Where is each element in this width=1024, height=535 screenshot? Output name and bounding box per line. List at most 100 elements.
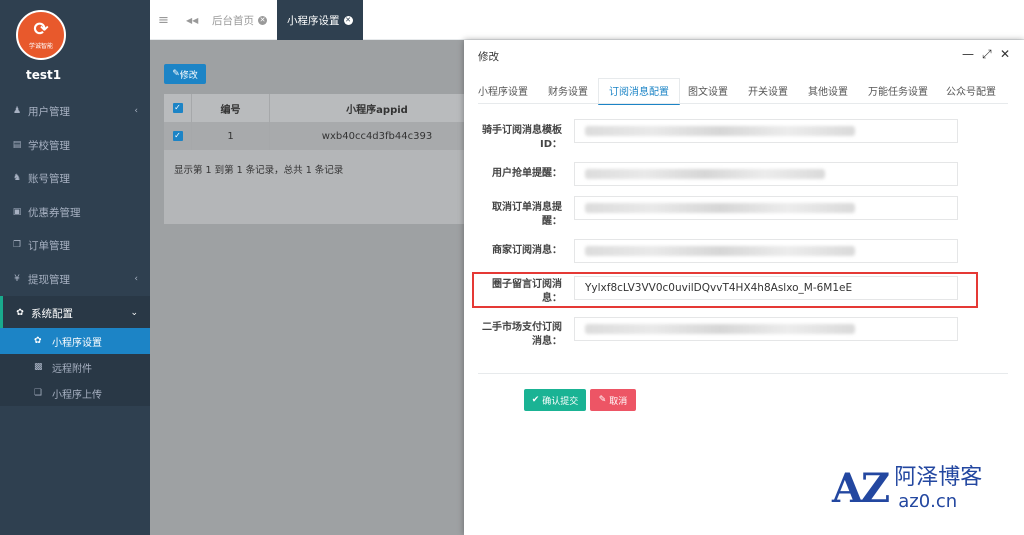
check-icon: ✔ — [531, 395, 540, 405]
nav-coupon-management[interactable]: ▣ 优惠券管理 — [0, 195, 150, 229]
tab-switch[interactable]: 开关设置 — [748, 83, 788, 98]
tab-finance[interactable]: 财务设置 — [548, 83, 588, 98]
modal-title: 修改 — [478, 51, 499, 63]
tab-official-account[interactable]: 公众号配置 — [946, 83, 996, 98]
cancel-button[interactable]: ✎ 取消 — [590, 389, 636, 411]
check-icon: ✓ — [172, 131, 183, 141]
confirm-button[interactable]: ✔ 确认提交 — [524, 389, 586, 411]
tab-miniprogram-settings[interactable]: 小程序设置 — [478, 83, 528, 98]
nav-order-management[interactable]: ❐ 订单管理 — [0, 228, 150, 262]
blurred-value — [585, 246, 855, 256]
blurred-value — [585, 126, 855, 136]
pencil-icon: ✎ — [172, 69, 180, 79]
tab-label: 小程序设置 — [287, 14, 340, 27]
sub-label: 远程附件 — [52, 363, 92, 375]
close-icon[interactable]: ✕ — [258, 15, 267, 25]
blurred-value — [585, 324, 855, 334]
sub-remote-attachment[interactable]: ▩ 远程附件 — [0, 354, 150, 380]
check-icon: ✓ — [172, 103, 183, 113]
column-header-id[interactable]: 编号 — [192, 94, 270, 122]
image-icon: ▩ — [34, 362, 43, 372]
cancel-order-input[interactable] — [574, 196, 958, 220]
blurred-value — [585, 203, 855, 213]
tab-label: 后台首页 — [212, 14, 254, 27]
blurred-value — [585, 169, 825, 179]
sub-label: 小程序上传 — [52, 389, 102, 401]
maximize-icon[interactable]: ⤢ — [982, 47, 992, 62]
nav-account-management[interactable]: ♞ 账号管理 — [0, 161, 150, 195]
order-icon: ❐ — [12, 240, 22, 250]
chevron-left-icon: ‹ — [134, 106, 138, 116]
close-icon[interactable]: ✕ — [1000, 47, 1010, 61]
form-divider — [478, 373, 1008, 374]
cell-id: 1 — [192, 122, 270, 150]
second-hand-payment-input[interactable] — [574, 317, 958, 341]
edit-button-label: 修改 — [179, 70, 198, 81]
row-checkbox[interactable]: ✓ — [164, 122, 192, 150]
top-bar: ≡ ◀◀ 后台首页 ✕ 小程序设置 ✕ — [150, 0, 1024, 40]
watermark-domain: az0.cn — [898, 490, 958, 512]
tab-back-icon[interactable]: ◀◀ — [186, 0, 198, 40]
nav-school-management[interactable]: ▤ 学校管理 — [0, 128, 150, 162]
table-row[interactable]: ✓ 1 wxb40cc4d3fb44c393 — [164, 122, 484, 150]
yen-icon: ¥ — [14, 274, 20, 284]
highlight-box — [472, 272, 978, 308]
field-label-cancel-order: 取消订单消息提醒： — [492, 202, 562, 227]
sub-miniprogram-upload[interactable]: ❏ 小程序上传 — [0, 380, 150, 406]
tab-subscription[interactable]: 订阅消息配置 — [598, 78, 680, 105]
school-icon: ▤ — [12, 140, 22, 150]
merchant-input[interactable] — [574, 239, 958, 263]
close-icon[interactable]: ✕ — [343, 15, 353, 25]
table-header: ✓ 编号 小程序appid — [164, 94, 484, 122]
grab-order-input[interactable] — [574, 162, 958, 186]
user-icon: ♟ — [12, 106, 22, 116]
tab-universal-task[interactable]: 万能任务设置 — [868, 83, 928, 98]
rider-template-input[interactable] — [574, 119, 958, 143]
tab-divider — [478, 103, 1008, 104]
nav-system-config[interactable]: ✿ 系统配置 ⌄ — [0, 296, 150, 330]
eraser-icon: ✎ — [598, 395, 607, 405]
logo-text: 学诚智能 — [28, 42, 53, 50]
logo: ⟳ 学诚智能 — [16, 10, 66, 60]
users-icon: ♞ — [12, 173, 22, 183]
sub-label: 小程序设置 — [52, 337, 102, 349]
nav-label: 学校管理 — [28, 139, 70, 152]
minimize-icon[interactable]: — — [962, 47, 974, 61]
user-name: test1 — [26, 68, 62, 82]
gear-icon: ✿ — [16, 308, 24, 318]
confirm-label: 确认提交 — [542, 396, 579, 407]
menu-toggle-icon[interactable]: ≡ — [158, 0, 169, 40]
data-table: ✓ 编号 小程序appid ✓ 1 wxb40cc4d3fb44c393 显示第… — [164, 94, 484, 224]
nav-label: 优惠券管理 — [28, 206, 81, 219]
cell-appid: wxb40cc4d3fb44c393 — [321, 130, 433, 142]
nav-label: 用户管理 — [28, 105, 70, 118]
logo-mark-icon: ⟳ — [33, 18, 49, 40]
nav-label: 订单管理 — [28, 239, 70, 252]
tab-miniprogram-settings[interactable]: 小程序设置 ✕ — [277, 0, 363, 40]
nav-label: 系统配置 — [31, 307, 73, 320]
select-all-checkbox[interactable]: ✓ — [164, 94, 192, 122]
sidebar: ⟳ 学诚智能 test1 ♟ 用户管理 ‹ ▤ 学校管理 ♞ 账号管理 ▣ 优惠券管理 ❐ 订… — [0, 0, 150, 535]
tab-other[interactable]: 其他设置 — [808, 83, 848, 98]
copy-icon: ❏ — [34, 388, 43, 398]
field-label-rider-template: 骑手订阅消息模板ID： — [482, 125, 562, 150]
column-header-appid[interactable]: 小程序appid — [270, 94, 484, 122]
nav-label: 提现管理 — [28, 273, 70, 286]
watermark-logo: AZ — [832, 464, 890, 512]
watermark-name: 阿泽博客 — [894, 464, 983, 490]
watermark-text: 阿泽博客 az0.cn — [888, 465, 982, 512]
field-label-grab-order: 用户抢单提醒： — [492, 168, 562, 179]
header-label: 小程序appid — [346, 104, 408, 116]
header-label: 编号 — [220, 104, 241, 116]
field-label-merchant: 商家订阅消息： — [492, 245, 562, 256]
nav-user-management[interactable]: ♟ 用户管理 ‹ — [0, 94, 150, 128]
nav-withdraw-management[interactable]: ¥ 提现管理 ‹ — [0, 262, 150, 296]
gear-icon: ✿ — [34, 336, 42, 346]
tab-home[interactable]: 后台首页 ✕ — [212, 0, 267, 40]
chevron-left-icon: ‹ — [134, 274, 138, 284]
tab-graphic[interactable]: 图文设置 — [688, 83, 728, 98]
watermark: AZ 阿泽博客 az0.cn — [832, 458, 1022, 518]
edit-button[interactable]: ✎ 修改 — [164, 64, 206, 84]
sub-miniprogram-settings[interactable]: ✿ 小程序设置 — [0, 328, 150, 354]
cancel-label: 取消 — [609, 396, 628, 407]
